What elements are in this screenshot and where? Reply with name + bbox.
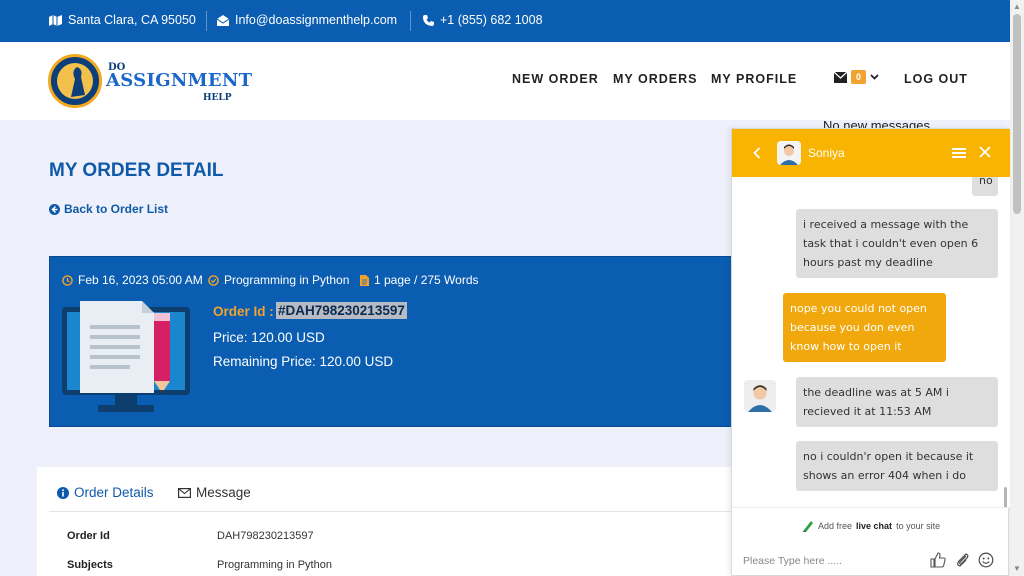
logo-text-help: HELP [203,93,232,103]
arrow-left-circle-icon [49,203,60,215]
check-circle-icon [208,274,219,286]
tab-message-label: Message [196,485,251,500]
envelope-icon [217,14,229,26]
nav-my-orders[interactable]: MY ORDERS [613,72,697,86]
scrollbar-thumb[interactable] [1013,14,1021,214]
order-pages: 1 page / 275 Words [360,273,479,287]
agent-name: Soniya [808,146,845,160]
chat-message-user: the deadline was at 5 AM i recieved it a… [796,377,998,427]
site-logo[interactable]: DO ASSIGNMENT HELP [48,54,252,110]
logo-emblem [48,54,102,108]
divider [410,11,411,31]
powered-prefix: Add free [818,521,853,531]
powered-suffix: to your site [896,521,941,531]
chat-message-user: no i couldn'r open it because it shows a… [796,441,998,491]
file-icon [360,274,369,286]
powered-by-link[interactable]: Add free live chat to your site [802,520,940,532]
paperclip-icon[interactable] [955,552,971,568]
chat-scrollbar[interactable] [1004,487,1007,507]
detail-value-order-id: DAH798230213597 [217,530,314,542]
order-summary-card: Feb 16, 2023 05:00 AM Programming in Pyt… [49,256,749,427]
address-text: Santa Clara, CA 95050 [68,13,196,27]
divider [206,11,207,31]
nav-new-order[interactable]: NEW ORDER [512,72,599,86]
chat-header: Soniya [732,129,1010,177]
chat-message-user: no [972,177,998,196]
order-date-text: Feb 16, 2023 05:00 AM [78,273,203,287]
order-id-value[interactable]: #DAH798230213597 [276,302,407,319]
message-count-badge: 0 [851,70,867,84]
back-to-order-list-link[interactable]: Back to Order List [49,202,168,216]
live-chat-widget: Soniya no i received a message with the … [731,128,1010,576]
chevron-down-icon [870,74,879,80]
order-subject-text: Programming in Python [224,273,350,287]
pen-icon [803,521,813,532]
detail-value-subjects: Programming in Python [217,559,332,571]
menu-icon[interactable] [952,147,966,159]
contact-bar: Santa Clara, CA 95050 Info@doassignmenth… [0,0,1010,42]
logo-text-assignment: ASSIGNMENT [106,70,253,91]
detail-label-order-id: Order Id [67,530,110,542]
chat-message-list[interactable]: no i received a message with the task th… [732,177,1010,507]
emoji-icon[interactable] [978,552,994,568]
agent-avatar [777,141,801,165]
nav-my-profile[interactable]: MY PROFILE [711,72,797,86]
tab-message[interactable]: Message [178,485,251,500]
nav-logout[interactable]: LOG OUT [904,72,968,86]
phone-item[interactable]: +1 (855) 682 1008 [423,13,543,27]
document-monitor-illustration [62,301,190,412]
email-item[interactable]: Info@doassignmenthelp.com [217,13,397,27]
site-header: DO ASSIGNMENT HELP NEW ORDER MY ORDERS M… [0,42,1010,120]
email-link[interactable]: Info@doassignmenthelp.com [235,13,397,27]
page-scrollbar[interactable]: ▲ ▼ [1010,0,1024,576]
close-icon[interactable] [979,146,991,158]
tab-order-details[interactable]: Order Details [57,485,154,500]
scroll-up-arrow[interactable]: ▲ [1013,3,1021,11]
chat-message-agent: nope you could not open because you don … [783,293,946,362]
remaining-price: Remaining Price: 120.00 USD [213,354,394,369]
detail-label-subjects: Subjects [67,559,113,571]
chevron-left-icon[interactable] [753,147,761,159]
phone-link[interactable]: +1 (855) 682 1008 [440,13,543,27]
chat-footer: Add free live chat to your site [732,507,1010,576]
order-id-label: Order Id : [213,304,274,319]
phone-icon [423,14,434,26]
powered-bold: live chat [856,521,893,531]
back-link-label: Back to Order List [64,202,169,216]
tab-divider [49,511,749,512]
order-subject: Programming in Python [208,273,349,287]
scroll-down-arrow[interactable]: ▼ [1013,565,1021,573]
thumbs-up-icon[interactable] [930,552,946,568]
clock-icon [62,274,73,286]
order-details-panel: Order Details Message Order Id DAH798230… [37,467,757,576]
envelope-outline-icon [178,487,191,498]
map-icon [49,14,62,26]
order-price: Price: 120.00 USD [213,330,325,345]
page-title: MY ORDER DETAIL [49,160,224,181]
agent-avatar-small [744,380,776,412]
chat-message-input[interactable] [743,552,923,570]
info-circle-icon [57,486,69,499]
order-date: Feb 16, 2023 05:00 AM [62,273,203,287]
envelope-icon [834,71,847,83]
chat-message-user: i received a message with the task that … [796,209,998,278]
messages-dropdown[interactable]: 0 [834,70,879,84]
order-pages-text: 1 page / 275 Words [374,273,479,287]
address-item: Santa Clara, CA 95050 [49,13,196,27]
tab-order-details-label: Order Details [74,485,154,500]
